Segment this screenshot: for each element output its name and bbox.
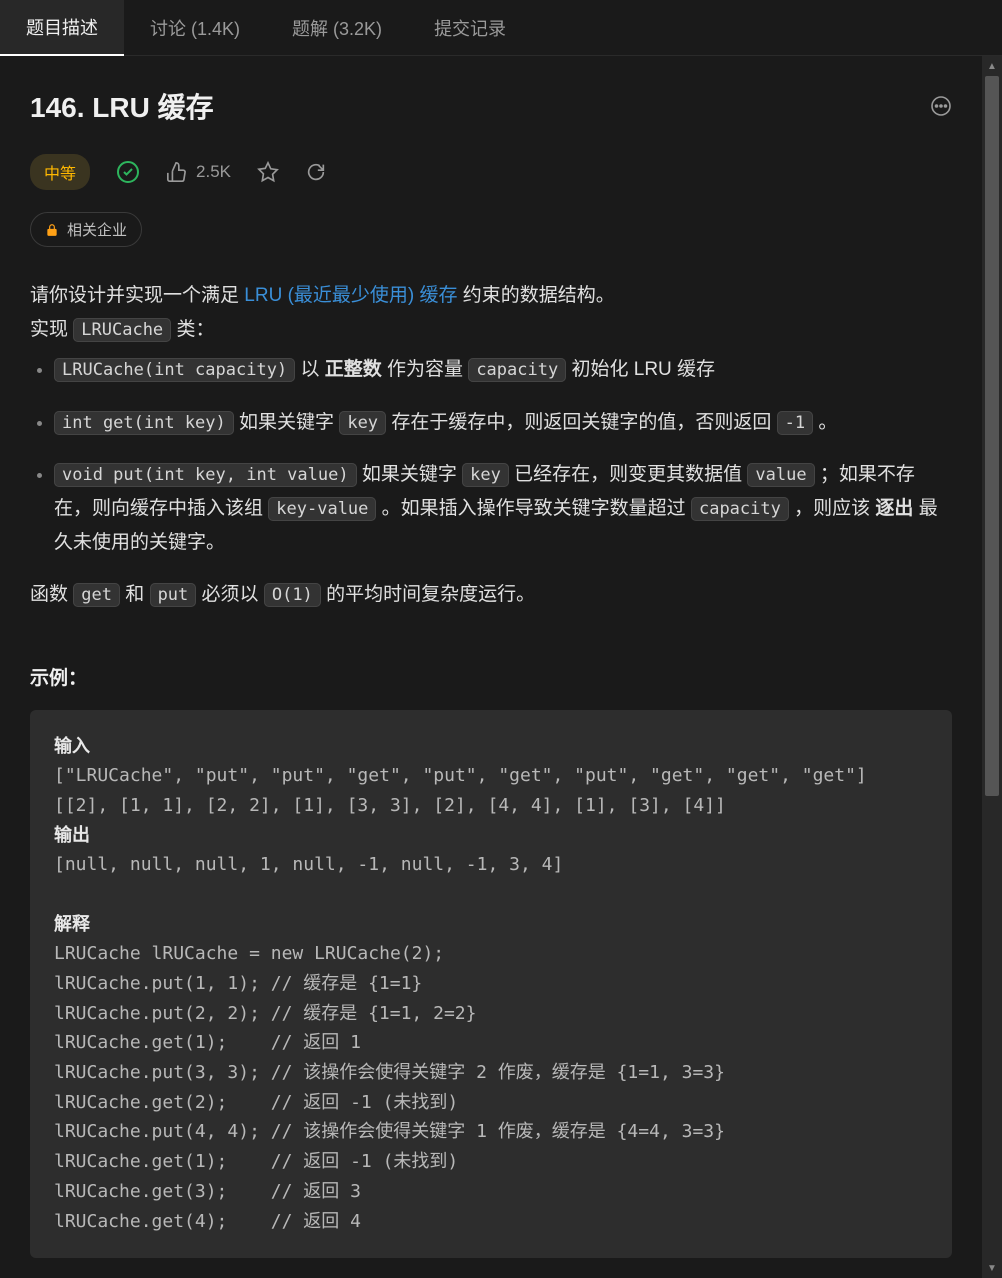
scroll-up-icon[interactable]: ▲ (982, 56, 1002, 76)
text: 如果关键字 (357, 464, 463, 485)
tab-description[interactable]: 题目描述 (0, 0, 124, 56)
companies-tag[interactable]: 相关企业 (30, 212, 142, 247)
text: 和 (120, 584, 150, 605)
like-button[interactable]: 2.5K (166, 161, 231, 183)
code: key (462, 463, 509, 487)
example-output: [null, null, null, 1, null, -1, null, -1… (54, 854, 563, 875)
example-input: [[2], [1, 1], [2, 2], [1], [3, 3], [2], … (54, 795, 726, 816)
example-explain-line: lRUCache.put(2, 2); // 缓存是 {1=1, 2=2} (54, 1003, 476, 1024)
favorite-button[interactable] (257, 161, 279, 183)
code-classname: LRUCache (73, 318, 171, 342)
example-explain-line: lRUCache.get(4); // 返回 4 (54, 1211, 361, 1232)
example-explain-line: lRUCache.get(3); // 返回 3 (54, 1181, 361, 1202)
code: -1 (777, 411, 813, 435)
tab-solutions[interactable]: 题解 (3.2K) (266, 0, 408, 56)
example-explain-line: lRUCache.get(2); // 返回 -1 (未找到) (54, 1092, 458, 1113)
code: LRUCache(int capacity) (54, 358, 295, 382)
page-title: 146. LRU 缓存 (30, 86, 214, 126)
text: 。如果插入操作导致关键字数量超过 (376, 498, 691, 519)
text: 函数 (30, 584, 73, 605)
tags-row: 相关企业 (30, 212, 952, 247)
example-explain-line: lRUCache.put(1, 1); // 缓存是 {1=1} (54, 973, 422, 994)
star-icon (257, 161, 279, 183)
code: key (339, 411, 386, 435)
thumbs-up-icon (166, 161, 188, 183)
list-item: LRUCache(int capacity) 以 正整数 作为容量 capaci… (54, 353, 952, 387)
tabs: 题目描述 讨论 (1.4K) 题解 (3.2K) 提交记录 (0, 0, 1002, 56)
example-block: 输入 ["LRUCache", "put", "put", "get", "pu… (30, 710, 952, 1259)
list-item: int get(int key) 如果关键字 key 存在于缓存中，则返回关键字… (54, 406, 952, 440)
text: 的平均时间复杂度运行。 (321, 584, 535, 605)
text: 作为容量 (382, 359, 469, 380)
list-item: void put(int key, int value) 如果关键字 key 已… (54, 458, 952, 561)
lock-icon (45, 223, 59, 237)
text: 必须以 (196, 584, 264, 605)
example-explain-line: lRUCache.get(1); // 返回 1 (54, 1032, 361, 1053)
description: 请你设计并实现一个满足 LRU (最近最少使用) 缓存 约束的数据结构。 实现 … (30, 279, 952, 613)
scrollbar-track[interactable]: ▲ ▼ (982, 56, 1002, 1278)
code: put (150, 583, 197, 607)
more-icon[interactable] (930, 95, 952, 117)
scrollbar-thumb[interactable] (985, 76, 999, 796)
companies-tag-label: 相关企业 (67, 219, 127, 240)
solved-check-icon (116, 160, 140, 184)
text: 初始化 LRU 缓存 (566, 359, 715, 380)
share-arrow-icon (305, 161, 327, 183)
tab-submissions[interactable]: 提交记录 (408, 0, 532, 56)
example-input: ["LRUCache", "put", "put", "get", "put",… (54, 765, 867, 786)
share-button[interactable] (305, 161, 327, 183)
text: 。 (813, 412, 837, 433)
code: int get(int key) (54, 411, 234, 435)
text: 类： (171, 319, 214, 340)
text: 请你设计并实现一个满足 (30, 285, 244, 306)
code: key-value (268, 497, 376, 521)
example-explain-line: LRUCache lRUCache = new LRUCache(2); (54, 943, 444, 964)
text: 约束的数据结构。 (458, 285, 615, 306)
text: 以 (295, 359, 325, 380)
example-explain-line: lRUCache.put(3, 3); // 该操作会使得关键字 2 作废，缓存… (54, 1062, 725, 1083)
lru-link[interactable]: LRU (最近最少使用) 缓存 (244, 285, 457, 306)
like-count: 2.5K (196, 162, 231, 182)
code: O(1) (264, 583, 321, 607)
scroll-down-icon[interactable]: ▼ (982, 1258, 1002, 1278)
code: void put(int key, int value) (54, 463, 357, 487)
text: 如果关键字 (234, 412, 340, 433)
text-bold: 逐出 (875, 498, 913, 519)
difficulty-badge: 中等 (30, 154, 90, 190)
example-explain-header: 解释 (54, 914, 90, 934)
example-explain-line: lRUCache.get(1); // 返回 -1 (未找到) (54, 1151, 458, 1172)
example-header: 示例： (30, 663, 952, 690)
text: ，则应该 (789, 498, 876, 519)
text: 实现 (30, 319, 73, 340)
code: value (747, 463, 814, 487)
code: capacity (691, 497, 789, 521)
code: get (73, 583, 120, 607)
example-input-header: 输入 (54, 736, 90, 756)
code: capacity (468, 358, 566, 382)
tab-discuss[interactable]: 讨论 (1.4K) (124, 0, 266, 56)
example-output-header: 输出 (54, 825, 90, 845)
meta-row: 中等 2.5K (30, 154, 952, 190)
text: 存在于缓存中，则返回关键字的值，否则返回 (386, 412, 777, 433)
content: 146. LRU 缓存 中等 2.5K 相关企业 请你设计并实现一个 (0, 56, 982, 1258)
text: 已经存在，则变更其数据值 (509, 464, 748, 485)
example-explain-line: lRUCache.put(4, 4); // 该操作会使得关键字 1 作废，缓存… (54, 1121, 725, 1142)
text-bold: 正整数 (325, 359, 382, 380)
